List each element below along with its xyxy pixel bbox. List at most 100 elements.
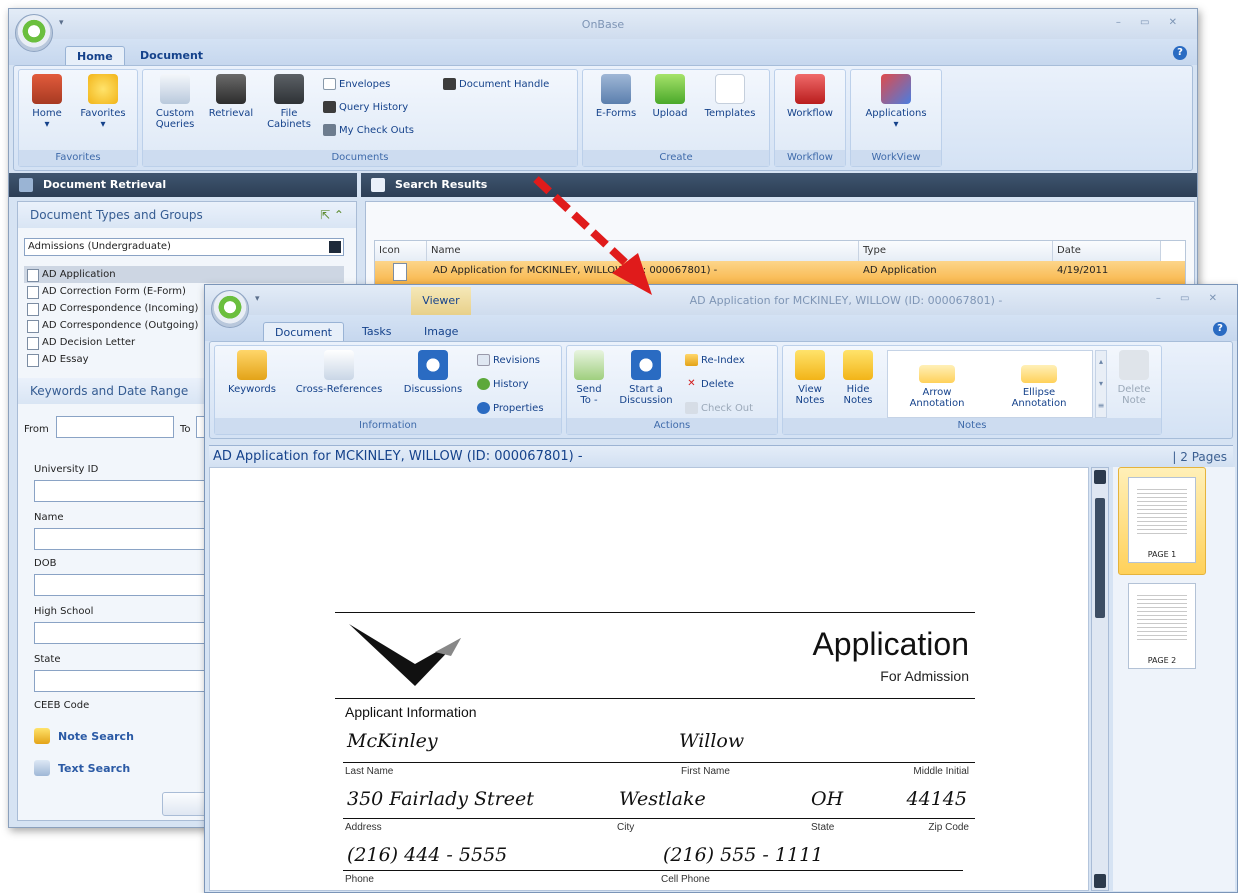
arrow-annotation-icon [919, 365, 955, 383]
my-check-outs-button[interactable]: My Check Outs [323, 124, 414, 138]
send-to-button[interactable]: Send To - [571, 350, 607, 406]
page-thumbnail-2[interactable]: PAGE 2 [1128, 583, 1196, 669]
upload-button[interactable]: Upload [645, 74, 695, 119]
home-icon [32, 74, 62, 104]
tab-home[interactable]: Home [65, 46, 125, 65]
star-icon [88, 74, 118, 104]
viewer-orb-icon[interactable] [211, 290, 249, 328]
page-thumbnail-1[interactable]: PAGE 1 [1128, 477, 1196, 563]
workview-group-label: WorkView [851, 150, 941, 166]
page-count: | 2 Pages [1172, 450, 1227, 464]
form-section-rule [335, 698, 975, 699]
annotation-gallery: Arrow Annotation Ellipse Annotation [887, 350, 1093, 418]
dropdown-arrow-icon[interactable] [329, 241, 341, 253]
col-header-type[interactable]: Type [859, 241, 1053, 261]
note-icon [34, 728, 50, 744]
binoculars-small-icon [443, 78, 456, 90]
key-icon [237, 350, 267, 380]
viewer-quick-access-icon[interactable]: ▾ [255, 294, 260, 304]
tab-image[interactable]: Image [413, 322, 469, 341]
templates-button[interactable]: Templates [699, 74, 761, 119]
application-orb-icon[interactable] [15, 14, 53, 52]
favorites-group: Home ▾ Favorites ▾ Favorites [18, 69, 138, 167]
help-icon[interactable]: ? [1173, 46, 1187, 60]
state-label: State [811, 822, 835, 833]
scroll-down-icon[interactable] [1094, 874, 1106, 888]
reindex-icon [685, 354, 698, 366]
table-row[interactable]: AD Application for MCKINLEY, WILLOW (ID:… [375, 261, 1185, 285]
tab-tasks[interactable]: Tasks [351, 322, 402, 341]
list-item[interactable]: AD Application [24, 266, 344, 283]
window-controls[interactable]: – ▭ ✕ [1116, 17, 1185, 28]
binoculars-icon [19, 178, 33, 192]
properties-button[interactable]: Properties [477, 402, 544, 416]
delete-button[interactable]: ✕ Delete [685, 378, 734, 392]
scroll-thumb[interactable] [1095, 498, 1105, 618]
col-header-icon[interactable]: Icon [375, 241, 427, 261]
row-rule [343, 818, 975, 819]
to-label: To [180, 424, 191, 435]
form-subtitle: For Admission [880, 668, 969, 684]
ceeb-code-label: CEEB Code [34, 700, 90, 711]
file-cabinet-icon [274, 74, 304, 104]
applications-button[interactable]: Applications ▾ [857, 74, 935, 130]
collapse-icon[interactable]: ⇱ ⌃ [320, 202, 344, 228]
doc-group-select[interactable]: Admissions (Undergraduate) [24, 238, 344, 256]
state-label: State [34, 654, 61, 665]
template-icon [715, 74, 745, 104]
discussion-bubble-icon [418, 350, 448, 380]
search-results-header: Search Results [361, 173, 1197, 197]
from-date-field[interactable] [56, 416, 174, 438]
note-search-link[interactable]: Note Search [34, 728, 134, 744]
revisions-icon [477, 354, 490, 366]
envelopes-button[interactable]: Envelopes [323, 78, 390, 92]
text-search-link[interactable]: Text Search [34, 760, 130, 776]
col-header-date[interactable]: Date [1053, 241, 1161, 261]
dob-label: DOB [34, 558, 57, 569]
check-out-button[interactable]: Check Out [685, 402, 753, 416]
view-notes-button[interactable]: View Notes [787, 350, 833, 406]
high-school-label: High School [34, 606, 94, 617]
quick-access-dropdown-icon[interactable]: ▾ [59, 18, 64, 28]
eforms-button[interactable]: E-Forms [589, 74, 643, 119]
revisions-button[interactable]: Revisions [477, 354, 540, 368]
discussions-button[interactable]: Discussions [397, 350, 469, 395]
name-label: Name [34, 512, 64, 523]
delete-note-button[interactable]: Delete Note [1111, 350, 1157, 406]
cross-references-button[interactable]: Cross-References [287, 350, 391, 395]
ellipse-annotation-button[interactable]: Ellipse Annotation [992, 365, 1086, 409]
doc-types-section-header[interactable]: Document Types and Groups ⇱ ⌃ [18, 202, 356, 228]
row-date: 4/19/2011 [1057, 265, 1109, 276]
document-handle-button[interactable]: Document Handle [443, 78, 549, 92]
home-button[interactable]: Home ▾ [25, 74, 69, 130]
workview-group: Applications ▾ WorkView [850, 69, 942, 167]
document-retrieval-header: Document Retrieval [9, 173, 357, 197]
start-discussion-button[interactable]: Start a Discussion [611, 350, 681, 406]
notes-group: View Notes Hide Notes Arrow Annotation E… [782, 345, 1162, 435]
delete-note-icon [1119, 350, 1149, 380]
document-viewer[interactable]: Application For Admission Applicant Info… [209, 467, 1089, 891]
workflow-button[interactable]: Workflow [781, 74, 839, 119]
viewer-title-bar: AD Application for MCKINLEY, WILLOW (ID:… [205, 285, 1237, 315]
page-thumbnails: PAGE 1 PAGE 2 [1113, 467, 1235, 891]
scroll-up-icon[interactable] [1094, 470, 1106, 484]
hide-notes-button[interactable]: Hide Notes [835, 350, 881, 406]
file-cabinets-button[interactable]: File Cabinets [261, 74, 317, 130]
phone-value: (216) 444 - 5555 [347, 844, 508, 866]
tab-document[interactable]: Document [129, 46, 214, 65]
document-viewer-window: AD Application for MCKINLEY, WILLOW (ID:… [204, 284, 1238, 893]
favorites-button[interactable]: Favorites ▾ [75, 74, 131, 130]
viewer-window-controls[interactable]: – ▭ ✕ [1156, 293, 1225, 304]
keywords-button[interactable]: Keywords [221, 350, 283, 395]
custom-queries-button[interactable]: Custom Queries [149, 74, 201, 130]
reindex-button[interactable]: Re-Index [685, 354, 745, 368]
gallery-scroll-icon[interactable]: ▴ ▾ ≡ [1095, 350, 1107, 418]
viewer-scrollbar[interactable] [1091, 467, 1109, 891]
arrow-annotation-button[interactable]: Arrow Annotation [892, 365, 982, 409]
help-icon[interactable]: ? [1213, 322, 1227, 336]
tab-document[interactable]: Document [263, 322, 344, 341]
history-button[interactable]: History [477, 378, 529, 392]
query-history-button[interactable]: Query History [323, 101, 408, 115]
retrieval-button[interactable]: Retrieval [205, 74, 257, 119]
from-label: From [24, 424, 49, 435]
